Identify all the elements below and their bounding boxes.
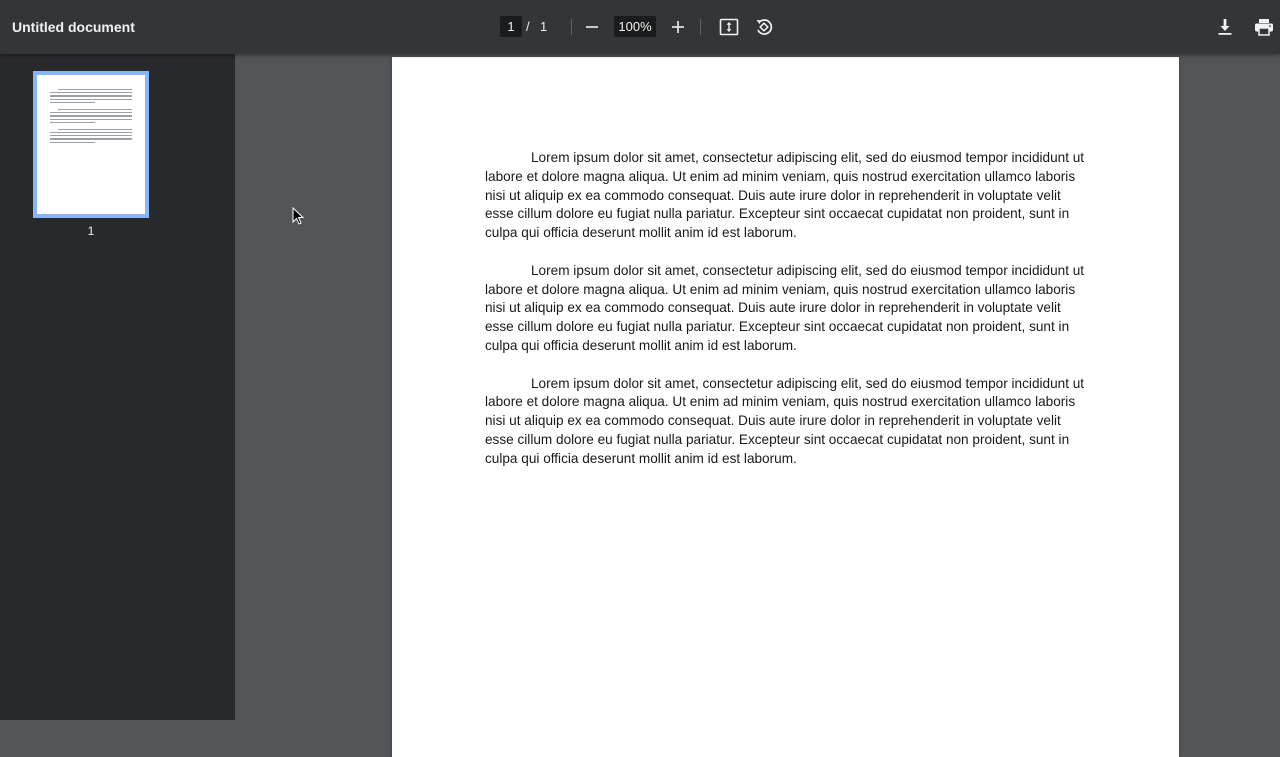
thumbnail-page-number: 1 [87,224,95,238]
download-icon [1218,19,1232,35]
document-viewer[interactable]: Lorem ipsum dolor sit amet, consectetur … [235,54,1280,757]
toolbar-divider [571,19,572,35]
zoom-level-input[interactable]: 100% [614,16,656,37]
thumbnail-sidebar: 1 [0,54,235,720]
rotate-counterclockwise-icon [756,19,773,35]
download-button[interactable] [1211,13,1239,41]
paragraph: Lorem ipsum dolor sit amet, consectetur … [485,150,1085,241]
document-title: Untitled document [12,19,135,35]
zoom-out-button[interactable] [578,13,606,41]
thumbnail-preview [50,89,132,145]
page-content: Lorem ipsum dolor sit amet, consectetur … [485,149,1085,487]
toolbar-divider [700,19,701,35]
mouse-cursor-icon [292,206,305,230]
minus-icon [586,26,598,28]
plus-icon [672,21,684,33]
total-pages: 1 [540,19,548,34]
fit-page-icon [719,18,739,36]
page-separator: / [526,19,530,34]
paragraph: Lorem ipsum dolor sit amet, consectetur … [485,262,1085,353]
pdf-page: Lorem ipsum dolor sit amet, consectetur … [392,57,1179,757]
print-icon [1255,19,1273,36]
paragraph: Lorem ipsum dolor sit amet, consectetur … [485,375,1085,466]
print-button[interactable] [1250,13,1278,41]
page-thumbnail[interactable] [33,71,149,218]
rotate-button[interactable] [750,13,778,41]
current-page-input[interactable]: 1 [500,16,522,37]
zoom-in-button[interactable] [664,13,692,41]
fit-to-page-button[interactable] [715,13,743,41]
pdf-toolbar: Untitled document 1 / 1 100% [0,0,1280,54]
